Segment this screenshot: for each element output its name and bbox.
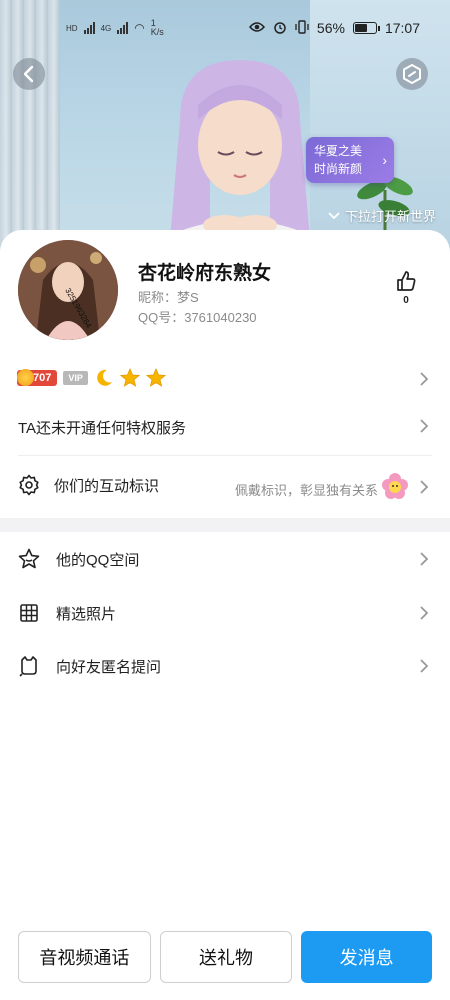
hexagon-icon [403, 64, 421, 84]
interaction-badge-row[interactable]: 你们的互动标识 [18, 474, 159, 496]
cat-bubble-icon [19, 656, 37, 677]
chevron-right-icon [420, 552, 429, 566]
privilege-row[interactable]: TA还未开通任何特权服务 [18, 417, 186, 438]
menu-item-label: 精选照片 [56, 605, 117, 623]
back-button[interactable] [13, 58, 45, 90]
interaction-hint: 佩戴标识，彰显独有关系 [234, 483, 378, 498]
network-type-indicator: 4G [100, 23, 112, 33]
section-separator [0, 518, 450, 532]
menu-item-anonymous-question[interactable]: 向好友匿名提问 [18, 655, 161, 677]
status-bar-left: HD 4G ◠ 1 K/s [66, 19, 164, 37]
flower-emoji-icon [382, 473, 408, 499]
menu-item-label: 他的QQ空间 [56, 551, 140, 569]
star-icon [145, 368, 166, 387]
battery-fill [354, 24, 368, 32]
alarm-icon [273, 20, 287, 37]
star-icon [119, 368, 140, 387]
bottom-action-bar: 音视频通话 送礼物 发消息 [18, 931, 433, 983]
menu-item-photos[interactable]: 精选照片 [18, 602, 116, 624]
chevron-down-icon [328, 211, 340, 219]
signal-icon [83, 22, 95, 34]
switch-mode-button[interactable] [396, 58, 428, 90]
wifi-icon: ◠ [134, 21, 145, 35]
level-badge: 707 [17, 369, 58, 386]
avatar-photo: 3251963284 [18, 240, 118, 340]
promo-line2: 时尚新颜 [314, 162, 363, 176]
send-gift-button[interactable]: 送礼物 [159, 931, 293, 983]
like-button[interactable]: 0 [394, 270, 418, 306]
profile-qq-number: QQ号：3761040230 [138, 310, 257, 325]
vip-badge: VIP [63, 371, 88, 385]
moon-icon [97, 369, 112, 386]
chevron-right-icon [420, 480, 429, 494]
signal-icon-2 [117, 22, 129, 34]
gear-icon [19, 474, 39, 496]
clock: 17:07 [384, 20, 420, 36]
battery-icon [352, 22, 380, 34]
eye-icon [248, 20, 265, 36]
menu-item-label: 向好友匿名提问 [56, 658, 162, 676]
network-speed: 1 K/s [151, 19, 164, 37]
like-count: 0 [403, 295, 409, 306]
chevron-right-icon [420, 606, 429, 620]
interaction-label: 你们的互动标识 [54, 477, 160, 495]
battery-percent: 56% [316, 20, 345, 36]
grid-icon [20, 604, 38, 622]
menu-item-qzone[interactable]: 他的QQ空间 [18, 548, 139, 570]
profile-nickname: 杏花岭府东熟女 [138, 263, 272, 284]
chevron-right-icon [420, 372, 429, 386]
chevron-right-icon [420, 419, 429, 433]
star-outline-icon [18, 548, 40, 569]
profile-card: 3251963284 杏花岭府东熟女 昵称：梦S QQ号：3761040230 … [0, 230, 450, 1000]
video-call-button[interactable]: 音视频通话 [18, 931, 151, 983]
promo-badge[interactable]: 华夏之美 时尚新颜 › [306, 137, 394, 183]
chevron-right-icon [420, 659, 429, 673]
avatar[interactable]: 3251963284 [18, 240, 118, 340]
thumbs-up-icon [397, 271, 416, 291]
status-bar-right: 56% 17:07 [248, 19, 420, 37]
promo-line1: 华夏之美 [314, 144, 363, 158]
hd-indicator: HD [66, 23, 78, 33]
divider [18, 455, 432, 456]
pull-down-hint[interactable]: 下拉打开新世界 [327, 206, 436, 225]
profile-alias: 昵称：梦S [138, 290, 199, 305]
badges-row[interactable]: 707 VIP [17, 368, 166, 388]
network-speed-unit: K/s [150, 27, 164, 37]
send-message-button[interactable]: 发消息 [301, 931, 433, 983]
profile-banner[interactable]: HD 4G ◠ 1 K/s 56% 17:07 华夏之美 时尚新颜 › 下拉打开… [0, 0, 450, 262]
chevron-right-icon: › [382, 152, 387, 168]
pull-down-hint-text: 下拉打开新世界 [344, 209, 436, 224]
chevron-left-icon [23, 65, 34, 83]
status-bar: HD 4G ◠ 1 K/s 56% 17:07 [0, 14, 450, 42]
vibrate-icon [295, 19, 309, 37]
